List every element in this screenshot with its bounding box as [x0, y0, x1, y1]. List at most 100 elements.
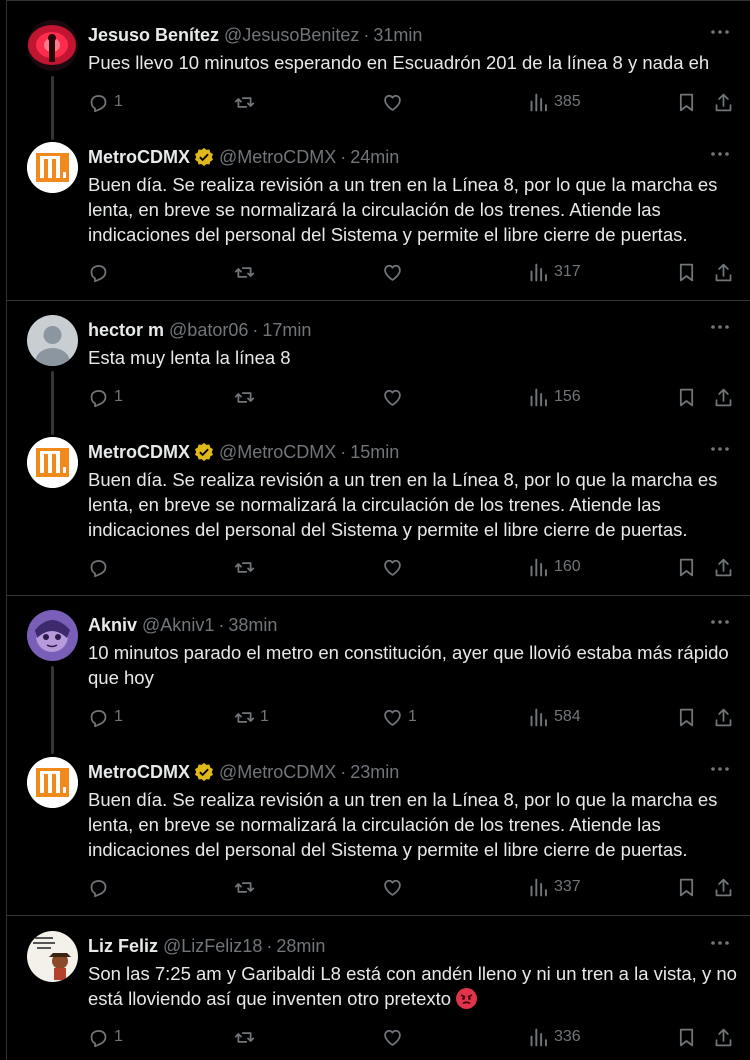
reply-count: 1 — [114, 93, 123, 110]
share-button[interactable] — [713, 555, 734, 579]
reply-button[interactable] — [88, 875, 114, 899]
bookmark-button[interactable] — [676, 260, 697, 284]
timestamp[interactable]: 17min — [262, 320, 311, 341]
reply-button[interactable]: 1 — [88, 385, 123, 409]
username[interactable]: @Akniv1 — [142, 615, 214, 636]
like-button[interactable] — [382, 875, 408, 899]
views-count: 317 — [554, 263, 581, 280]
views-button[interactable]: 584 — [528, 705, 581, 729]
bookmark-icon — [679, 878, 694, 896]
metro-logo[interactable] — [27, 757, 78, 808]
share-icon — [715, 93, 732, 111]
username[interactable]: @bator06 — [169, 320, 248, 341]
like-button[interactable] — [382, 1025, 408, 1049]
views-button[interactable]: 160 — [528, 555, 581, 579]
like-button[interactable] — [382, 385, 408, 409]
separator: · — [218, 614, 225, 635]
retweet-button[interactable]: 1 — [234, 705, 269, 729]
share-button[interactable] — [713, 875, 734, 899]
avatar[interactable] — [27, 20, 78, 71]
display-name[interactable]: MetroCDMX — [88, 147, 190, 168]
like-icon — [384, 709, 401, 726]
tweet-text: Pues llevo 10 minutos esperando en Escua… — [88, 52, 710, 73]
reply-icon — [90, 264, 107, 282]
share-icon — [715, 708, 732, 726]
retweet-button[interactable] — [234, 875, 260, 899]
reply-button[interactable] — [88, 260, 114, 284]
bookmark-button[interactable] — [676, 705, 697, 729]
timestamp[interactable]: 28min — [276, 936, 325, 957]
more-icon[interactable] — [710, 763, 730, 775]
views-button[interactable]: 156 — [528, 385, 581, 409]
tweet-text: 10 minutos parado el metro en constituci… — [88, 642, 729, 688]
views-button[interactable]: 317 — [528, 260, 581, 284]
more-icon[interactable] — [710, 937, 730, 949]
views-button[interactable]: 336 — [528, 1025, 581, 1049]
avatar[interactable] — [27, 931, 78, 982]
avatar[interactable] — [27, 315, 78, 366]
like-button[interactable] — [382, 90, 408, 114]
retweet-button[interactable] — [234, 90, 260, 114]
metro-logo[interactable] — [27, 142, 78, 193]
reply-button[interactable]: 1 — [88, 705, 123, 729]
bookmark-button[interactable] — [676, 555, 697, 579]
retweet-button[interactable] — [234, 1025, 260, 1049]
separator: · — [266, 935, 273, 956]
reply-button[interactable]: 1 — [88, 1025, 123, 1049]
more-icon[interactable] — [710, 148, 730, 160]
timestamp[interactable]: 38min — [228, 615, 277, 636]
username[interactable]: @JesusoBenitez — [224, 25, 359, 46]
separator: · — [340, 761, 347, 782]
display-name[interactable]: MetroCDMX — [88, 442, 190, 463]
views-count: 156 — [554, 388, 581, 405]
timestamp[interactable]: 15min — [350, 442, 399, 463]
display-name[interactable]: Akniv — [88, 615, 137, 636]
username[interactable]: @LizFeliz18 — [163, 936, 262, 957]
display-name[interactable]: Liz Feliz — [88, 936, 158, 957]
bookmark-icon — [679, 263, 694, 281]
more-icon[interactable] — [710, 443, 730, 455]
bookmark-button[interactable] — [676, 875, 697, 899]
views-button[interactable]: 385 — [528, 90, 581, 114]
username[interactable]: @MetroCDMX — [219, 762, 336, 783]
timestamp[interactable]: 23min — [350, 762, 399, 783]
display-name[interactable]: Jesuso Benítez — [88, 25, 219, 46]
tweet-text-container: Son las 7:25 am y Garibaldi L8 está con … — [88, 961, 738, 1011]
retweet-button[interactable] — [234, 555, 260, 579]
avatar[interactable] — [27, 610, 78, 661]
like-button[interactable] — [382, 260, 408, 284]
metro-logo[interactable] — [27, 437, 78, 488]
display-name[interactable]: hector m — [88, 320, 164, 341]
verified-badge-icon — [195, 147, 213, 167]
timestamp[interactable]: 24min — [350, 147, 399, 168]
reply-button[interactable]: 1 — [88, 90, 123, 114]
more-icon[interactable] — [710, 321, 730, 333]
like-button[interactable]: 1 — [382, 705, 417, 729]
separator: · — [363, 24, 370, 45]
username[interactable]: @MetroCDMX — [219, 147, 336, 168]
retweet-icon — [234, 561, 255, 573]
retweet-button[interactable] — [234, 385, 260, 409]
reply-count: 1 — [114, 1028, 123, 1045]
username[interactable]: @MetroCDMX — [219, 442, 336, 463]
more-icon[interactable] — [710, 616, 730, 628]
reply-button[interactable] — [88, 555, 114, 579]
timestamp[interactable]: 31min — [373, 25, 422, 46]
share-button[interactable] — [713, 705, 734, 729]
share-button[interactable] — [713, 260, 734, 284]
reply-count: 1 — [114, 388, 123, 405]
views-count: 584 — [554, 708, 581, 725]
share-button[interactable] — [713, 1025, 734, 1049]
share-button[interactable] — [713, 90, 734, 114]
bookmark-button[interactable] — [676, 385, 697, 409]
retweet-button[interactable] — [234, 260, 260, 284]
retweet-icon — [234, 881, 255, 893]
views-button[interactable]: 337 — [528, 875, 581, 899]
display-name[interactable]: MetroCDMX — [88, 762, 190, 783]
share-button[interactable] — [713, 385, 734, 409]
like-button[interactable] — [382, 555, 408, 579]
bookmark-button[interactable] — [676, 90, 697, 114]
share-icon — [715, 388, 732, 406]
more-icon[interactable] — [710, 26, 730, 38]
bookmark-button[interactable] — [676, 1025, 697, 1049]
